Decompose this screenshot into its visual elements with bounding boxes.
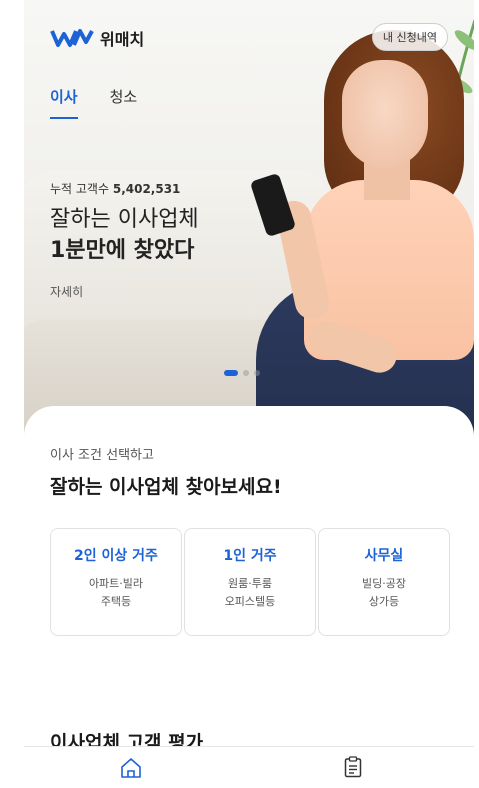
hero-person-face — [342, 60, 428, 168]
bottom-navigation — [24, 746, 474, 788]
carousel-dot-3[interactable] — [254, 370, 260, 376]
service-tabs: 이사 청소 — [50, 86, 137, 119]
cumulative-customers: 누적 고객수 5,402,531 — [50, 180, 199, 197]
hero-headline-line1: 잘하는 이사업체 — [50, 207, 199, 232]
brand-logo[interactable]: 위매치 — [50, 26, 144, 50]
option-desc-line2: 상가등 — [368, 595, 400, 608]
tab-moving[interactable]: 이사 — [50, 86, 78, 119]
count-value: 5,402,531 — [112, 182, 181, 196]
my-requests-button[interactable]: 내 신청내역 — [371, 23, 448, 51]
option-title: 2인 이상 거주 — [74, 548, 158, 564]
option-title: 사무실 — [364, 548, 404, 564]
wematch-logo-icon — [50, 29, 94, 47]
clipboard-list-icon[interactable] — [344, 756, 362, 778]
option-desc-line2: 주택등 — [100, 595, 132, 608]
hero-banner[interactable]: 위매치 내 신청내역 이사 청소 누적 고객수 5,402,531 잘하는 이사… — [24, 0, 474, 440]
option-two-plus-residents[interactable]: 2인 이상 거주 아파트·빌라 주택등 — [50, 528, 182, 636]
main-content: 이사 조건 선택하고 잘하는 이사업체 찾아보세요! 2인 이상 거주 아파트·… — [24, 406, 474, 788]
app-frame: 위매치 내 신청내역 이사 청소 누적 고객수 5,402,531 잘하는 이사… — [24, 0, 474, 788]
carousel-dot-2[interactable] — [243, 370, 249, 376]
hero-headline-line2: 1분만에 찾았다 — [50, 238, 195, 263]
hero-text: 누적 고객수 5,402,531 잘하는 이사업체 1분만에 찾았다 자세히 — [50, 180, 199, 300]
option-desc-line1: 원룸·투룸 — [228, 577, 272, 590]
option-title: 1인 거주 — [223, 548, 277, 564]
detail-link[interactable]: 자세히 — [50, 283, 199, 300]
brand-name: 위매치 — [100, 30, 145, 49]
option-desc-line1: 아파트·빌라 — [88, 577, 144, 590]
option-office[interactable]: 사무실 빌딩·공장 상가등 — [318, 528, 450, 636]
section-title: 잘하는 이사업체 찾아보세요! — [50, 476, 282, 498]
count-label: 누적 고객수 — [50, 182, 110, 196]
home-icon[interactable] — [120, 757, 142, 779]
carousel-dot-1[interactable] — [224, 370, 238, 376]
option-single-resident[interactable]: 1인 거주 원룸·투룸 오피스텔등 — [184, 528, 316, 636]
tab-cleaning[interactable]: 청소 — [110, 86, 138, 119]
option-desc-line1: 빌딩·공장 — [362, 577, 406, 590]
section-subtitle: 이사 조건 선택하고 — [50, 448, 154, 463]
carousel-indicator — [224, 370, 260, 376]
option-desc-line2: 오피스텔등 — [224, 595, 276, 608]
moving-type-options: 2인 이상 거주 아파트·빌라 주택등 1인 거주 원룸·투룸 오피스텔등 사무… — [50, 528, 450, 636]
